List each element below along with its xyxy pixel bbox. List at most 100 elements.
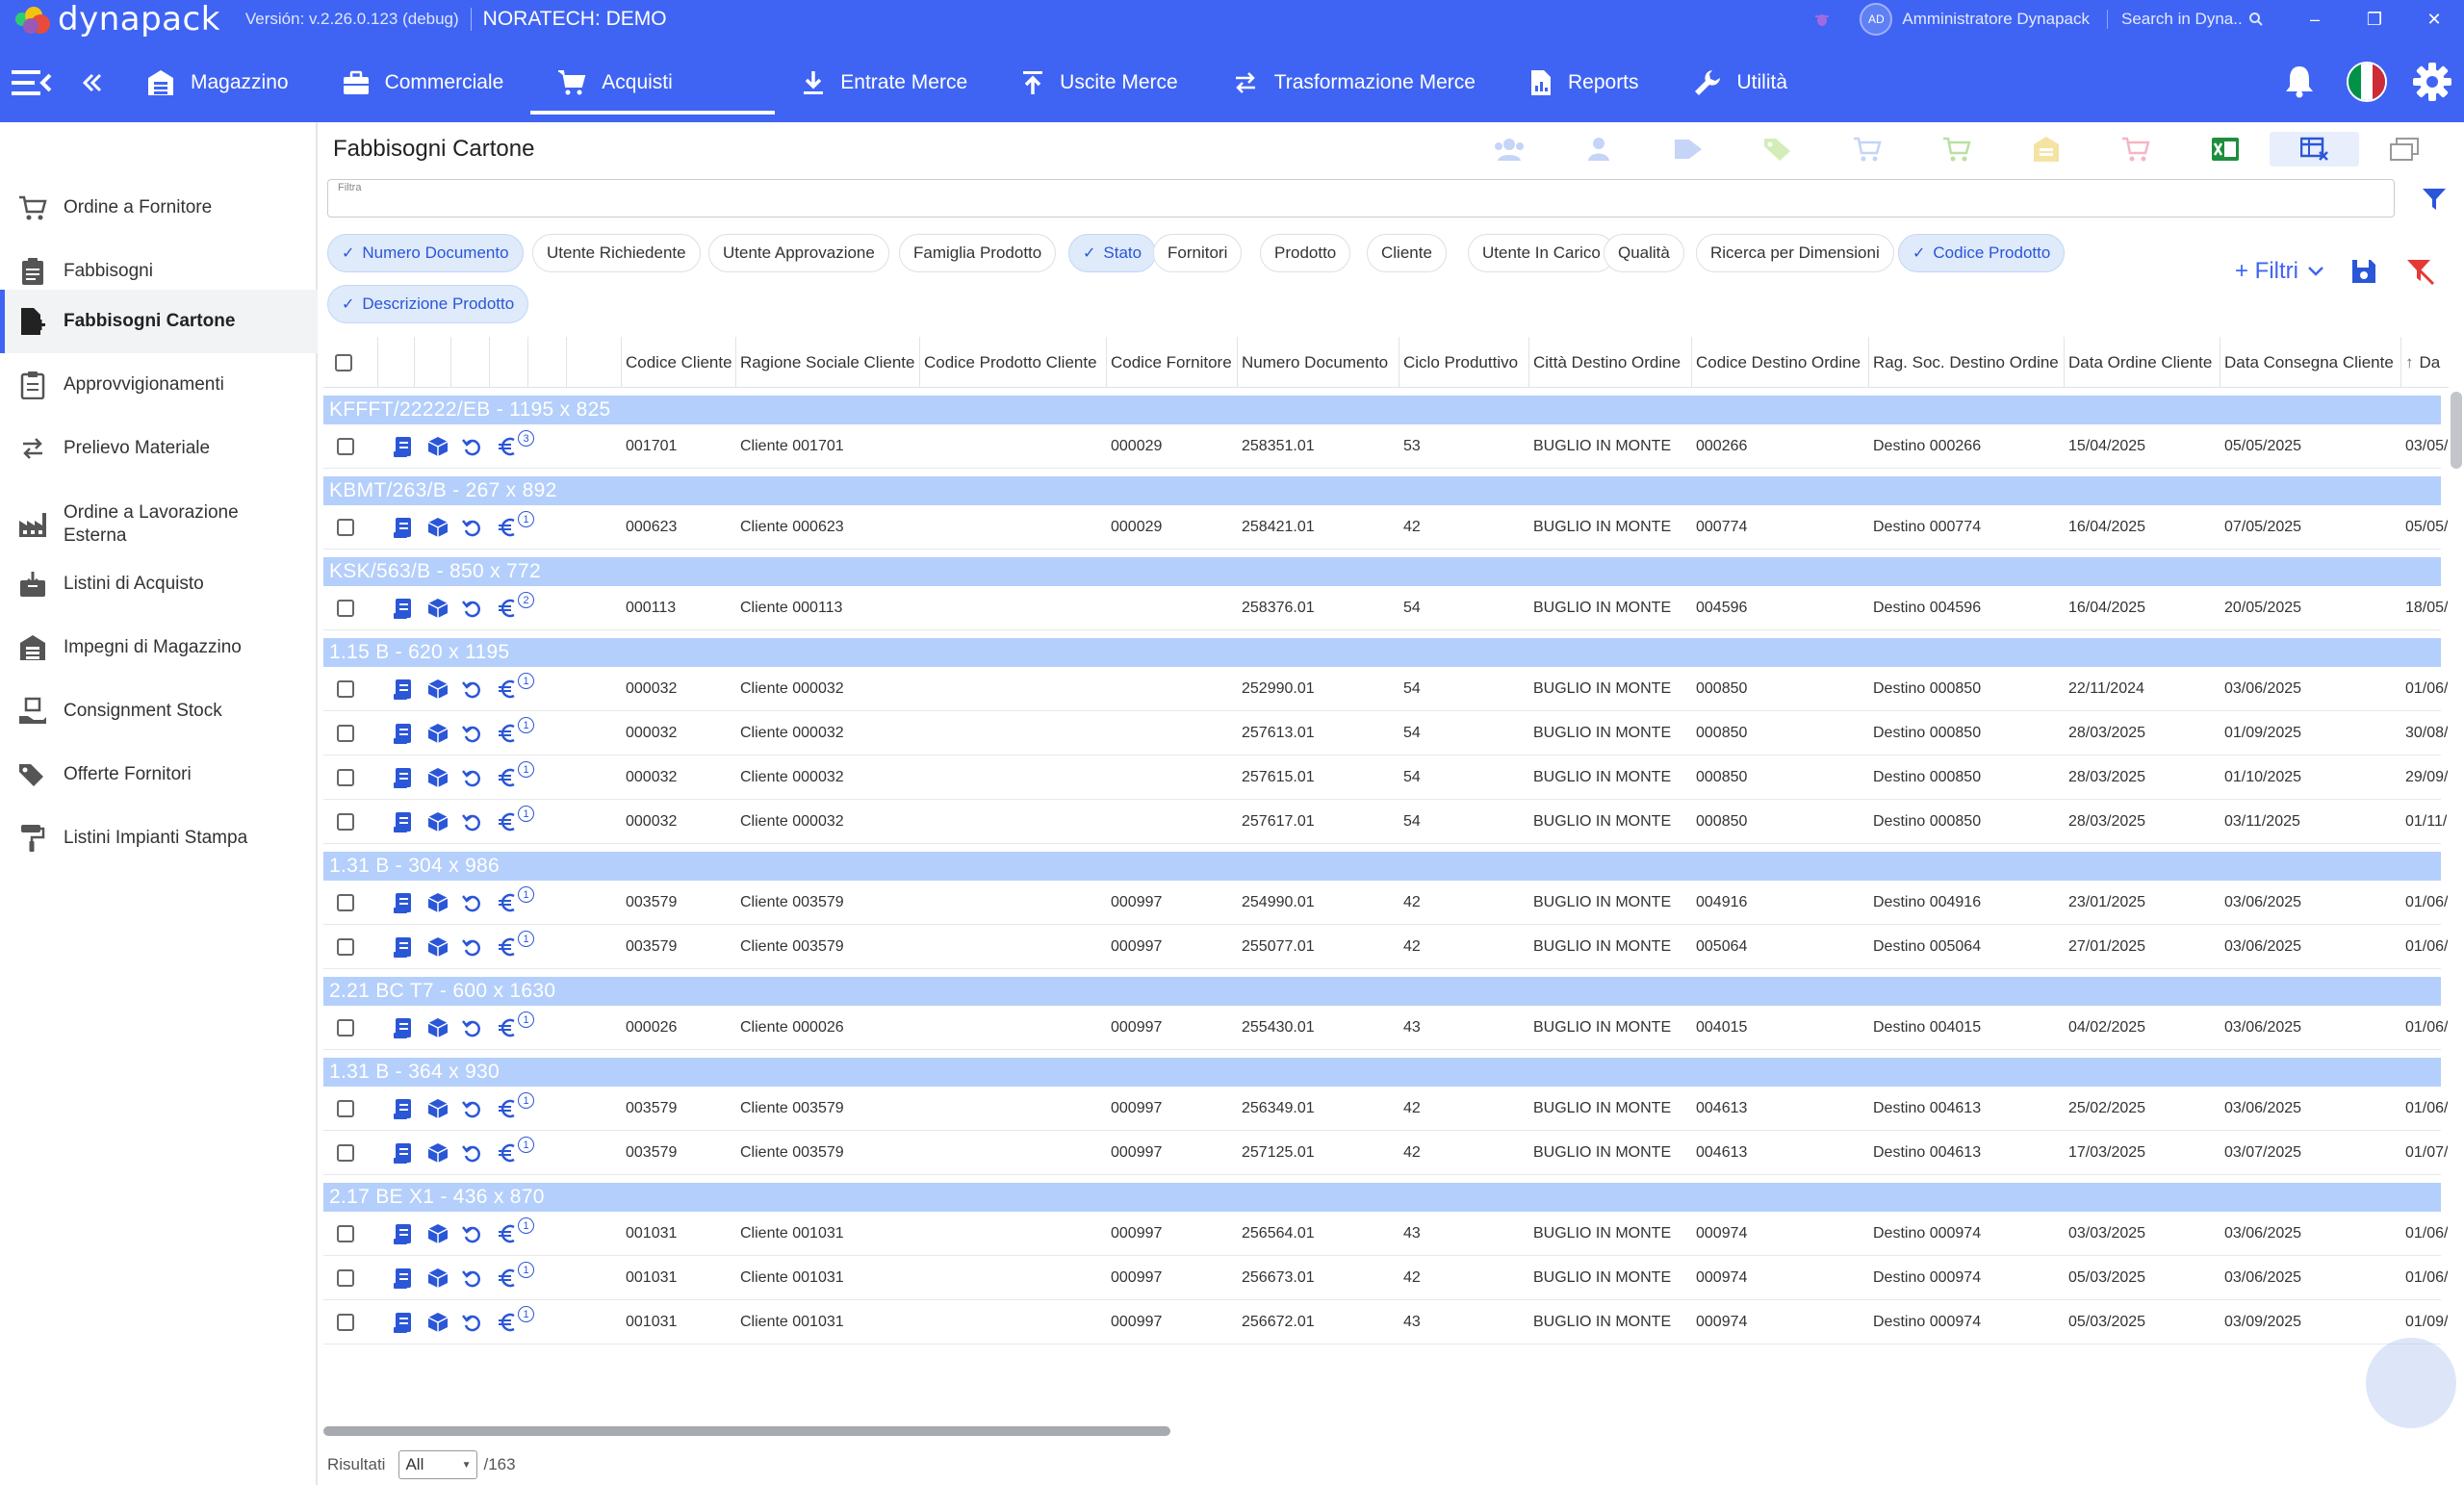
nav-uscite-merce[interactable]: Uscite Merce bbox=[994, 42, 1205, 122]
col-data-consegna-cliente[interactable]: Data Consegna Cliente bbox=[2220, 337, 2399, 388]
cube-icon[interactable] bbox=[427, 1267, 449, 1291]
group-header[interactable]: 2.21 BC T7 - 600 x 1630 bbox=[323, 977, 2441, 1006]
menu-toggle-icon[interactable] bbox=[12, 68, 52, 97]
document-edit-icon[interactable] bbox=[393, 892, 414, 915]
cart-remove-icon[interactable] bbox=[2091, 132, 2180, 166]
cube-icon[interactable] bbox=[427, 1312, 449, 1335]
table-row[interactable]: 1 000026 Cliente 000026 000997 255430.01 43 BU… bbox=[323, 1006, 2448, 1050]
document-edit-icon[interactable] bbox=[393, 436, 414, 459]
row-checkbox[interactable] bbox=[337, 755, 354, 800]
filter-field[interactable]: Filtra bbox=[327, 179, 2395, 218]
sidebar-item-ordine-fornitore[interactable]: Ordine a Fornitore bbox=[0, 176, 318, 240]
col-citta-destino-ordine[interactable]: Città Destino Ordine bbox=[1528, 337, 1689, 388]
refresh-icon[interactable] bbox=[462, 1223, 483, 1246]
app-logo[interactable]: dynapack bbox=[12, 0, 220, 38]
euro-price-icon[interactable]: 1 bbox=[497, 673, 534, 702]
row-checkbox[interactable] bbox=[337, 667, 354, 711]
language-flag-icon[interactable] bbox=[2347, 62, 2387, 102]
table-row[interactable]: 1 000032 Cliente 000032 257615.01 54 BUGLIO I… bbox=[323, 755, 2448, 800]
chip-fornitori[interactable]: Fornitori bbox=[1153, 234, 1243, 272]
scroll-thumb[interactable] bbox=[323, 1426, 1170, 1436]
group-header[interactable]: 1.31 B - 364 x 930 bbox=[323, 1058, 2441, 1087]
document-edit-icon[interactable] bbox=[393, 1017, 414, 1040]
row-checkbox[interactable] bbox=[337, 1131, 354, 1175]
row-checkbox[interactable] bbox=[337, 1006, 354, 1050]
tag-icon[interactable] bbox=[1732, 132, 1822, 166]
user-icon[interactable] bbox=[1553, 132, 1643, 166]
euro-price-icon[interactable]: 1 bbox=[497, 1137, 534, 1165]
cube-icon[interactable] bbox=[427, 1142, 449, 1165]
euro-price-icon[interactable]: 1 bbox=[497, 1306, 534, 1335]
refresh-icon[interactable] bbox=[462, 767, 483, 790]
sidebar-item-prelievo-materiale[interactable]: Prelievo Materiale bbox=[0, 417, 318, 480]
cube-icon[interactable] bbox=[427, 436, 449, 459]
sidebar-item-fabbisogni-cartone[interactable]: Fabbisogni Cartone bbox=[0, 290, 318, 353]
col-codice-destino-ordine[interactable]: Codice Destino Ordine bbox=[1691, 337, 1866, 388]
table-row[interactable]: 1 001031 Cliente 001031 000997 256672.01 43 BU… bbox=[323, 1300, 2448, 1344]
sidebar-item-listini-impianti-stampa[interactable]: Listini Impianti Stampa bbox=[0, 802, 318, 875]
row-checkbox[interactable] bbox=[337, 1256, 354, 1300]
nav-acquisti[interactable]: Acquisti bbox=[530, 42, 776, 122]
refresh-icon[interactable] bbox=[462, 678, 483, 702]
document-edit-icon[interactable] bbox=[393, 1267, 414, 1291]
table-row[interactable]: 1 000623 Cliente 000623 000029 258421.01 42 BU… bbox=[323, 505, 2448, 550]
col-ciclo-produttivo[interactable]: Ciclo Produttivo bbox=[1399, 337, 1527, 388]
nav-utilita[interactable]: Utilità bbox=[1666, 42, 1815, 122]
refresh-icon[interactable] bbox=[462, 1267, 483, 1291]
document-edit-icon[interactable] bbox=[393, 936, 414, 960]
document-edit-icon[interactable] bbox=[393, 1223, 414, 1246]
table-row[interactable]: 1 001031 Cliente 001031 000997 256673.01 42 BU… bbox=[323, 1256, 2448, 1300]
table-row[interactable]: 1 003579 Cliente 003579 000997 256349.01 42 BU… bbox=[323, 1087, 2448, 1131]
group-header[interactable]: 2.17 BE X1 - 436 x 870 bbox=[323, 1183, 2441, 1212]
cube-icon[interactable] bbox=[427, 811, 449, 834]
euro-price-icon[interactable]: 1 bbox=[497, 886, 534, 915]
row-checkbox[interactable] bbox=[337, 1212, 354, 1256]
global-search[interactable]: Search in Dyna.. bbox=[2121, 10, 2285, 29]
chip-numero-documento[interactable]: Numero Documento bbox=[327, 234, 524, 272]
table-row[interactable]: 3 001701 Cliente 001701 000029 258351.01 53 BU… bbox=[323, 424, 2448, 469]
group-header[interactable]: KBMT/263/B - 267 x 892 bbox=[323, 476, 2441, 505]
table-settings-icon[interactable] bbox=[2270, 132, 2359, 166]
cart-check-icon[interactable] bbox=[1912, 132, 2001, 166]
refresh-icon[interactable] bbox=[462, 892, 483, 915]
truck-tag-icon[interactable] bbox=[1643, 132, 1732, 166]
euro-price-icon[interactable]: 1 bbox=[497, 761, 534, 790]
save-icon[interactable] bbox=[2350, 258, 2377, 285]
row-checkbox[interactable] bbox=[337, 800, 354, 844]
row-checkbox[interactable] bbox=[337, 925, 354, 969]
select-all-checkbox[interactable] bbox=[335, 354, 352, 371]
collapse-icon[interactable] bbox=[81, 71, 104, 94]
document-edit-icon[interactable] bbox=[393, 598, 414, 621]
chip-utente-richiedente[interactable]: Utente Richiedente bbox=[532, 234, 701, 272]
gear-icon[interactable] bbox=[2412, 62, 2452, 102]
chip-prodotto[interactable]: Prodotto bbox=[1260, 234, 1351, 272]
excel-icon[interactable] bbox=[2180, 132, 2270, 166]
sidebar-item-consignment-stock[interactable]: Consignment Stock bbox=[0, 675, 318, 748]
refresh-icon[interactable] bbox=[462, 1312, 483, 1335]
col-codice-prodotto-cliente[interactable]: Codice Prodotto Cliente bbox=[919, 337, 1104, 388]
warehouse-icon[interactable] bbox=[2001, 132, 2091, 166]
table-row[interactable]: 1 003579 Cliente 003579 000997 255077.01 42 BU… bbox=[323, 925, 2448, 969]
nav-reports[interactable]: Reports bbox=[1502, 42, 1666, 122]
row-checkbox[interactable] bbox=[337, 505, 354, 550]
cube-icon[interactable] bbox=[427, 1098, 449, 1121]
row-checkbox[interactable] bbox=[337, 711, 354, 755]
sidebar-item-listini-acquisto[interactable]: Listini di Acquisto bbox=[0, 548, 318, 621]
euro-price-icon[interactable]: 1 bbox=[497, 511, 534, 540]
document-edit-icon[interactable] bbox=[393, 678, 414, 702]
sidebar-item-impegni-magazzino[interactable]: Impegni di Magazzino bbox=[0, 611, 318, 684]
euro-price-icon[interactable]: 1 bbox=[497, 717, 534, 746]
document-edit-icon[interactable] bbox=[393, 1312, 414, 1335]
refresh-icon[interactable] bbox=[462, 811, 483, 834]
euro-price-icon[interactable]: 1 bbox=[497, 806, 534, 834]
euro-price-icon[interactable]: 1 bbox=[497, 1217, 534, 1246]
refresh-icon[interactable] bbox=[462, 1017, 483, 1040]
filter-funnel-icon[interactable] bbox=[2422, 187, 2447, 217]
col-codice-fornitore[interactable]: Codice Fornitore bbox=[1106, 337, 1235, 388]
refresh-icon[interactable] bbox=[462, 517, 483, 540]
chip-cliente[interactable]: Cliente bbox=[1367, 234, 1447, 272]
cube-icon[interactable] bbox=[427, 936, 449, 960]
cube-icon[interactable] bbox=[427, 598, 449, 621]
refresh-icon[interactable] bbox=[462, 723, 483, 746]
table-row[interactable]: 1 000032 Cliente 000032 257613.01 54 BUGLIO I… bbox=[323, 711, 2448, 755]
